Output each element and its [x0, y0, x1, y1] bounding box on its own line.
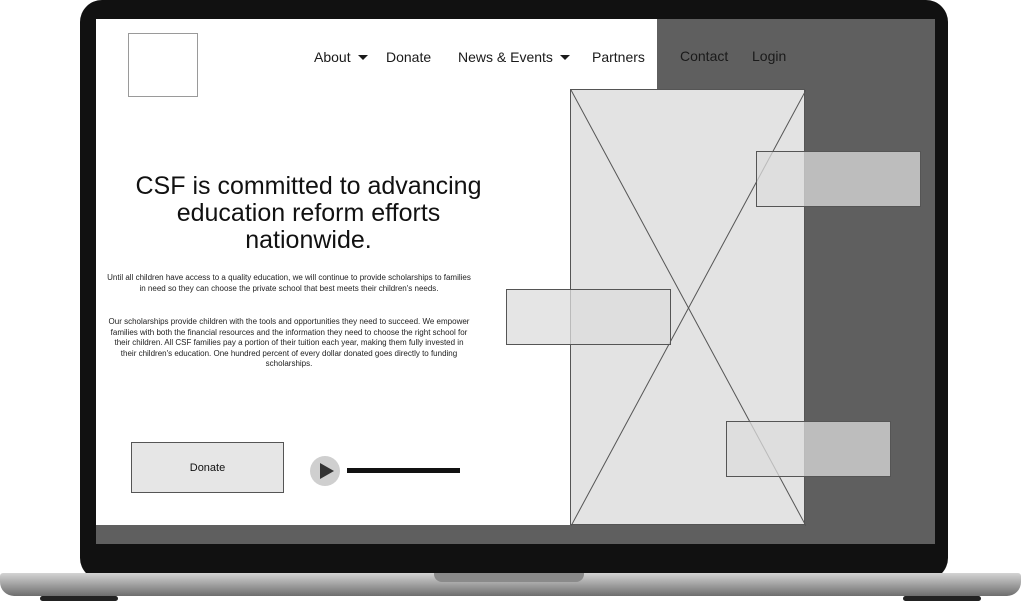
nav-item-label: Contact	[680, 48, 729, 64]
overlay-card-middle	[506, 289, 671, 345]
logo-placeholder[interactable]	[128, 33, 198, 97]
nav-item-contact[interactable]: Contact	[680, 48, 728, 64]
nav-item-partners[interactable]: Partners	[592, 49, 645, 65]
hero-headline: CSF is committed to advancing education …	[135, 172, 482, 254]
nav-item-news-events[interactable]: News & Events	[458, 49, 570, 65]
hero-paragraph-1: Until all children have access to a qual…	[107, 273, 471, 293]
nav-item-donate[interactable]: Donate	[386, 49, 431, 65]
nav-item-about[interactable]: About	[314, 49, 368, 65]
website-screen: About Donate News & Events Partners Cont…	[96, 19, 935, 544]
nav-item-label: About	[314, 49, 351, 65]
overlay-card-top	[756, 151, 921, 207]
overlay-card-bottom	[726, 421, 891, 477]
footer-band	[96, 525, 935, 544]
hero-paragraph-2: Our scholarships provide children with t…	[108, 317, 470, 368]
nav-item-label: Login	[752, 48, 787, 64]
play-button[interactable]	[310, 456, 340, 486]
media-progress-bar[interactable]	[347, 468, 460, 473]
laptop-foot	[40, 596, 118, 601]
chevron-down-icon	[559, 54, 570, 60]
nav-item-login[interactable]: Login	[752, 48, 786, 64]
nav-item-label: News & Events	[458, 49, 553, 65]
play-icon	[320, 463, 334, 479]
chevron-down-icon	[357, 54, 368, 60]
donate-button[interactable]: Donate	[131, 442, 284, 493]
laptop-foot	[903, 596, 981, 601]
nav-item-label: Partners	[592, 49, 645, 65]
laptop-notch	[434, 573, 584, 582]
nav-item-label: Donate	[386, 49, 432, 65]
